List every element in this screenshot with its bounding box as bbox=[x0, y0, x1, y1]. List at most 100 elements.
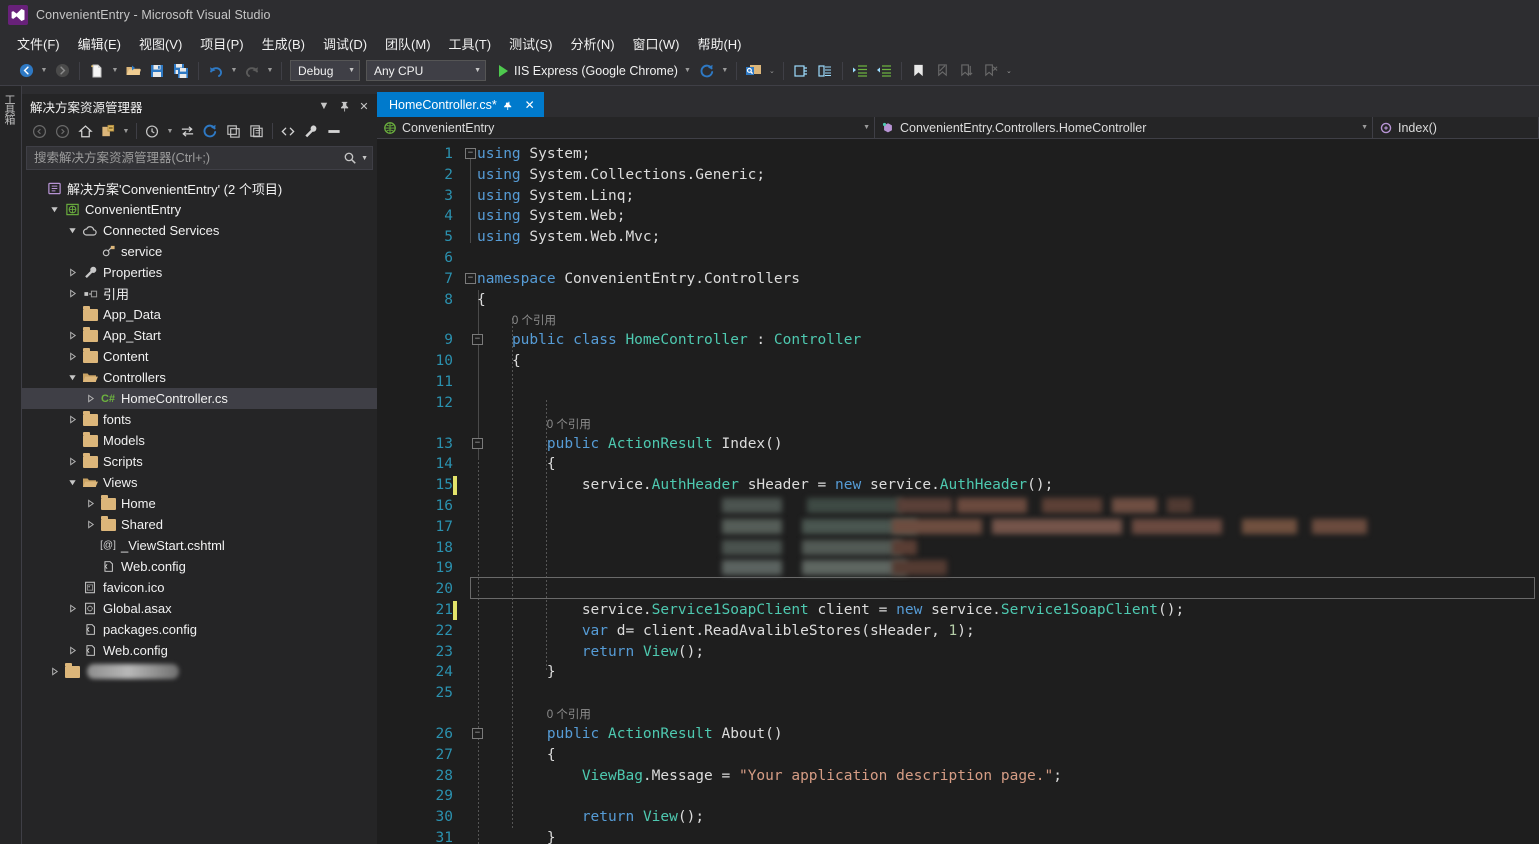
menu-help[interactable]: 帮助(H) bbox=[688, 31, 750, 56]
code-line[interactable]: using System.Collections.Generic; bbox=[477, 165, 765, 186]
tree-item[interactable]: Web.config bbox=[22, 556, 377, 577]
twisty-collapsed-icon[interactable] bbox=[64, 646, 80, 655]
code-line[interactable]: { bbox=[477, 745, 556, 766]
window-layout-dropdown-icon[interactable]: ⌄ bbox=[766, 60, 778, 82]
refresh-dropdown-icon[interactable]: ▼ bbox=[719, 60, 731, 82]
show-all-files-icon[interactable] bbox=[245, 120, 267, 142]
tree-item[interactable]: Properties bbox=[22, 262, 377, 283]
code-line[interactable]: service.Service1SoapClient client = new … bbox=[477, 600, 1184, 621]
tree-item[interactable]: [@] _ViewStart.cshtml bbox=[22, 535, 377, 556]
sync-with-active-document-icon[interactable] bbox=[97, 120, 119, 142]
twisty-collapsed-icon[interactable] bbox=[64, 352, 80, 361]
solution-configuration-combo[interactable]: Debug ▼ bbox=[290, 60, 360, 81]
code-line[interactable]: using System.Web.Mvc; bbox=[477, 227, 660, 248]
save-all-icon[interactable] bbox=[170, 60, 192, 82]
fold-collapse-icon[interactable]: − bbox=[472, 728, 483, 739]
pending-changes-dropdown-icon[interactable]: ▼ bbox=[164, 120, 176, 142]
bookmark-icon[interactable] bbox=[908, 60, 930, 82]
next-bookmark-icon[interactable] bbox=[956, 60, 978, 82]
refresh-icon[interactable] bbox=[199, 120, 221, 142]
twisty-collapsed-icon[interactable] bbox=[64, 289, 80, 298]
new-project-icon[interactable] bbox=[86, 60, 108, 82]
menu-project[interactable]: 项目(P) bbox=[191, 31, 252, 56]
menu-test[interactable]: 测试(S) bbox=[500, 31, 561, 56]
solution-platform-combo[interactable]: Any CPU ▼ bbox=[366, 60, 486, 81]
nav-project-combo[interactable]: ConvenientEntry ▼ bbox=[377, 116, 875, 139]
search-input[interactable] bbox=[34, 151, 344, 165]
tree-item[interactable]: Content bbox=[22, 346, 377, 367]
tree-item-redacted[interactable] bbox=[22, 661, 377, 682]
code-line[interactable]: using System.Linq; bbox=[477, 186, 634, 207]
open-file-icon[interactable] bbox=[122, 60, 144, 82]
comment-icon[interactable] bbox=[790, 60, 812, 82]
twisty-collapsed-icon[interactable] bbox=[64, 331, 80, 340]
codelens-reference-count[interactable]: 0 个引用 bbox=[547, 415, 591, 436]
navigate-backward-icon[interactable] bbox=[15, 60, 37, 82]
indent-icon[interactable] bbox=[849, 60, 871, 82]
menu-tools[interactable]: 工具(T) bbox=[440, 31, 501, 56]
code-line[interactable]: var d= client.ReadAvalibleStores(sHeader… bbox=[477, 621, 975, 642]
clear-bookmarks-icon[interactable] bbox=[980, 60, 1002, 82]
search-icon[interactable] bbox=[343, 151, 357, 165]
navigate-forward-icon[interactable] bbox=[51, 60, 73, 82]
tree-item[interactable]: favicon.ico bbox=[22, 577, 377, 598]
refresh-icon[interactable] bbox=[696, 60, 718, 82]
twisty-collapsed-icon[interactable] bbox=[64, 415, 80, 424]
tree-item[interactable]: Views bbox=[22, 472, 377, 493]
redo-dropdown-icon[interactable]: ▼ bbox=[264, 60, 276, 82]
menu-team[interactable]: 团队(M) bbox=[376, 31, 440, 56]
twisty-expanded-icon[interactable] bbox=[46, 205, 62, 214]
code-line[interactable]: using System.Web; bbox=[477, 206, 625, 227]
dropdown-icon[interactable]: ▼ bbox=[315, 97, 333, 115]
nav-member-combo[interactable]: Index() bbox=[1373, 116, 1539, 139]
save-icon[interactable] bbox=[146, 60, 168, 82]
code-line[interactable]: namespace ConvenientEntry.Controllers bbox=[477, 269, 800, 290]
home-icon[interactable] bbox=[74, 120, 96, 142]
menu-window[interactable]: 窗口(W) bbox=[624, 31, 689, 56]
menu-debug[interactable]: 调试(D) bbox=[314, 31, 376, 56]
code-editor[interactable]: 1 2 3 4 5 6 7 8 9 10 11 12 13 14 15 16 17 18 19 20 21 22 23 24 2… bbox=[377, 139, 1539, 844]
tree-item[interactable]: fonts bbox=[22, 409, 377, 430]
close-tab-icon[interactable]: ✕ bbox=[521, 96, 539, 114]
twisty-expanded-icon[interactable] bbox=[64, 478, 80, 487]
code-line[interactable]: { bbox=[477, 290, 486, 311]
code-line[interactable]: return View(); bbox=[477, 807, 704, 828]
forward-icon[interactable] bbox=[51, 120, 73, 142]
outdent-icon[interactable] bbox=[873, 60, 895, 82]
tree-item[interactable]: App_Data bbox=[22, 304, 377, 325]
pin-tab-icon[interactable] bbox=[500, 96, 518, 114]
undo-dropdown-icon[interactable]: ▼ bbox=[228, 60, 240, 82]
search-options-chevron-icon[interactable]: ▼ bbox=[361, 155, 368, 162]
fold-collapse-icon[interactable]: − bbox=[472, 437, 483, 449]
uncomment-icon[interactable] bbox=[814, 60, 836, 82]
solution-explorer-search[interactable]: ▼ bbox=[26, 146, 373, 170]
tree-item[interactable]: service bbox=[22, 241, 377, 262]
code-line[interactable]: public ActionResult About() bbox=[477, 724, 783, 745]
close-icon[interactable]: ✕ bbox=[355, 97, 373, 115]
prev-bookmark-icon[interactable] bbox=[932, 60, 954, 82]
twisty-collapsed-icon[interactable] bbox=[64, 457, 80, 466]
twisty-collapsed-icon[interactable] bbox=[82, 520, 98, 529]
tree-item[interactable]: C# HomeController.cs bbox=[22, 388, 377, 409]
menu-analyze[interactable]: 分析(N) bbox=[561, 31, 623, 56]
tree-item[interactable]: 引用 bbox=[22, 283, 377, 304]
code-line[interactable]: { bbox=[477, 454, 556, 475]
swap-icon[interactable] bbox=[176, 120, 198, 142]
code-line[interactable]: return View(); bbox=[477, 642, 704, 663]
pin-icon[interactable] bbox=[335, 97, 353, 115]
twisty-expanded-icon[interactable] bbox=[64, 226, 80, 235]
codelens-reference-count[interactable]: 0 个引用 bbox=[547, 705, 591, 726]
new-project-dropdown-icon[interactable]: ▼ bbox=[109, 60, 121, 82]
fold-collapse-icon[interactable]: − bbox=[472, 334, 483, 346]
tree-item[interactable]: Home bbox=[22, 493, 377, 514]
twisty-collapsed-icon[interactable] bbox=[46, 667, 62, 676]
tree-item[interactable]: App_Start bbox=[22, 325, 377, 346]
redo-icon[interactable] bbox=[241, 60, 263, 82]
undo-icon[interactable] bbox=[205, 60, 227, 82]
menu-edit[interactable]: 编辑(E) bbox=[69, 31, 130, 56]
window-layout-icon[interactable] bbox=[743, 60, 765, 82]
toolbar-overflow-icon[interactable]: ⌄ bbox=[1003, 60, 1015, 82]
code-line[interactable]: ViewBag.Message = "Your application desc… bbox=[477, 766, 1062, 787]
tree-item[interactable]: Shared bbox=[22, 514, 377, 535]
twisty-collapsed-icon[interactable] bbox=[64, 268, 80, 277]
